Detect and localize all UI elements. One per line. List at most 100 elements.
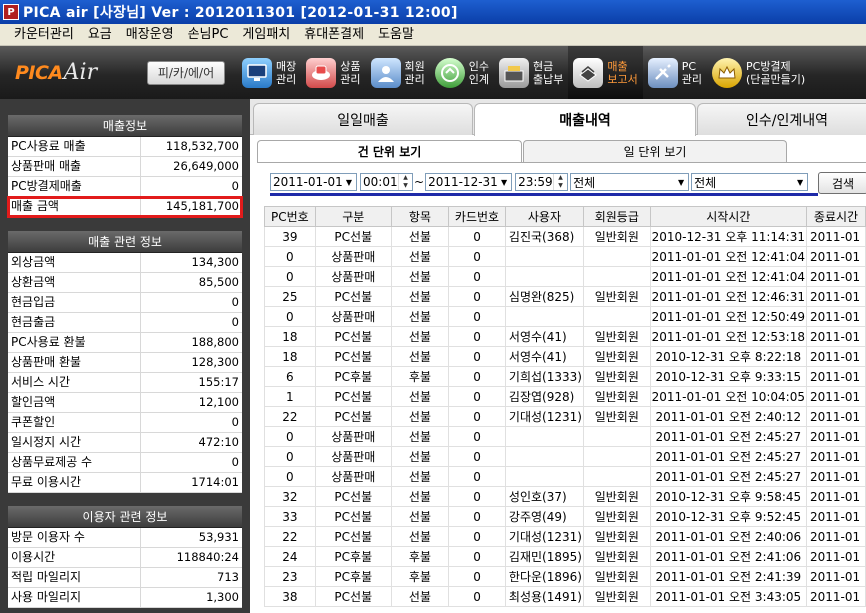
table-cell: 2011-01 <box>805 226 866 247</box>
info-row: PC사용료 환불 188,800 <box>8 333 242 353</box>
tool-handover-label: 인수 인계 <box>468 59 489 86</box>
column-header[interactable]: 카드번호 <box>448 206 506 227</box>
table-row[interactable]: 0 상품판매 선불 0 2011-01-01 오전 12:41:04 2011-01 <box>264 266 866 287</box>
table-cell: 일반회원 <box>582 566 651 587</box>
subtab-per-day[interactable]: 일 단위 보기 <box>523 140 787 162</box>
table-row[interactable]: 0 상품판매 선불 0 2011-01-01 오전 12:50:49 2011-01 <box>264 306 866 327</box>
table-cell: 일반회원 <box>582 546 651 567</box>
table-cell: 선불 <box>390 386 450 407</box>
start-date-value: 2011-01-01 <box>273 175 342 189</box>
mode-button[interactable]: 피/카/에/어 <box>147 60 225 85</box>
end-date-picker[interactable]: 2011-12-31 ▼ <box>425 173 513 191</box>
category-select[interactable]: 전체 ▼ <box>570 173 690 191</box>
table-row[interactable]: 33 PC선불 선불 0 강주영(49) 일반회원 2010-12-31 오후 9:52:4… <box>264 506 866 527</box>
tab-sales-history[interactable]: 매출내역 <box>474 103 696 136</box>
table-cell: 김진국(368) <box>504 226 584 247</box>
column-header[interactable]: 시작시간 <box>649 206 807 227</box>
menu-store[interactable]: 매장운영 <box>119 24 181 46</box>
column-header[interactable]: 회원등급 <box>582 206 651 227</box>
tool-pc-manage[interactable]: PC 관리 <box>643 46 707 99</box>
table-row[interactable]: 39 PC선불 선불 0 김진국(368) 일반회원 2010-12-31 오후 11:14… <box>264 226 866 247</box>
menu-fee[interactable]: 요금 <box>81 24 119 46</box>
info-row: 일시정지 시간 472:10 <box>8 433 242 453</box>
table-row[interactable]: 18 PC선불 선불 0 서영수(41) 일반회원 2010-12-31 오후 8:22:1… <box>264 346 866 367</box>
item-select[interactable]: 전체 ▼ <box>691 173 809 191</box>
window-title: PICA air [사장님] Ver : 2012011301 [2012-01… <box>23 5 458 21</box>
info-row: 방문 이용자 수 53,931 <box>8 528 242 548</box>
end-time-value: 23:59 <box>518 175 553 189</box>
table-row[interactable]: 24 PC후불 후불 0 김재민(1895) 일반회원 2011-01-01 오전 2:41… <box>264 546 866 567</box>
table-cell <box>582 266 651 287</box>
spin-arrows-icon[interactable]: ▲ ▼ <box>398 174 412 190</box>
table-cell: 선불 <box>390 426 450 447</box>
table-row[interactable]: 0 상품판매 선불 0 2011-01-01 오전 12:41:04 2011-01 <box>264 246 866 267</box>
info-value: 472:10 <box>198 435 239 449</box>
table-cell: 0 <box>264 266 316 287</box>
table-cell <box>504 426 584 447</box>
table-cell: 2011-01 <box>805 506 866 527</box>
table-cell: 일반회원 <box>582 406 651 427</box>
table-row[interactable]: 0 상품판매 선불 0 2011-01-01 오전 2:45:27 2011-01 <box>264 426 866 447</box>
table-cell: 0 <box>448 246 506 267</box>
info-label: 일시정지 시간 <box>8 433 141 452</box>
column-header[interactable]: 구분 <box>314 206 392 227</box>
chevron-down-icon[interactable]: ▼ <box>342 174 356 190</box>
start-time-field[interactable]: 00:01 ▲ ▼ <box>360 173 413 191</box>
table-row[interactable]: 1 PC선불 선불 0 김장엽(928) 일반회원 2011-01-01 오전 10:04:… <box>264 386 866 407</box>
table-cell: 0 <box>448 426 506 447</box>
table-row[interactable]: 6 PC후불 후불 0 기희섭(1333) 일반회원 2010-12-31 오후 9:33:… <box>264 366 866 387</box>
column-header[interactable]: 종료시간 <box>805 206 866 227</box>
chevron-down-icon[interactable]: ▼ <box>674 174 689 190</box>
table-row[interactable]: 22 PC선불 선불 0 기대성(1231) 일반회원 2011-01-01 오전 2:40… <box>264 406 866 427</box>
tab-daily-sales[interactable]: 일일매출 <box>253 103 473 135</box>
tab-handover-history[interactable]: 인수/인계내역 <box>697 103 866 135</box>
column-header[interactable]: 사용자 <box>504 206 584 227</box>
start-date-picker[interactable]: 2011-01-01 ▼ <box>270 173 357 191</box>
tool-cash-book[interactable]: 현금 출납부 <box>494 46 568 99</box>
menu-client-pc[interactable]: 손님PC <box>181 24 236 46</box>
table-row[interactable]: 32 PC선불 선불 0 성인호(37) 일반회원 2010-12-31 오후 9:58:4… <box>264 486 866 507</box>
table-cell <box>582 426 651 447</box>
tool-pc-payment[interactable]: PC방결제 (단골만들기) <box>707 46 810 99</box>
tool-product-manage[interactable]: 상품 관리 <box>301 46 365 99</box>
chevron-down-icon[interactable]: ▼ <box>497 174 512 190</box>
info-value: 128,300 <box>191 355 239 369</box>
table-cell: 0 <box>448 586 506 607</box>
menu-help[interactable]: 도움말 <box>371 24 421 46</box>
tool-member-manage[interactable]: 회원 관리 <box>366 46 430 99</box>
table-cell: PC선불 <box>314 326 392 347</box>
info-row: 현금입금 0 <box>8 293 242 313</box>
tool-sales-report[interactable]: 매출 보고서 <box>568 46 643 99</box>
table-row[interactable]: 38 PC선불 선불 0 최성용(1491) 일반회원 2011-01-01 오전 3:43… <box>264 586 866 607</box>
sales-related-section: 매출 관련 정보 외상금액 134,300 상환금액 85,500 현금입금 0 현금… <box>8 231 242 493</box>
table-row[interactable]: 22 PC선불 선불 0 기대성(1231) 일반회원 2011-01-01 오전 2:40… <box>264 526 866 547</box>
table-row[interactable]: 23 PC후불 후불 0 한다운(1896) 일반회원 2011-01-01 오전 2:41… <box>264 566 866 587</box>
table-row[interactable]: 0 상품판매 선불 0 2011-01-01 오전 2:45:27 2011-01 <box>264 466 866 487</box>
tool-store-manage[interactable]: 매장 관리 <box>237 46 301 99</box>
column-header[interactable]: PC번호 <box>264 206 316 227</box>
table-cell: 2011-01 <box>805 526 866 547</box>
table-cell: PC선불 <box>314 506 392 527</box>
menu-counter[interactable]: 카운터관리 <box>0 24 81 46</box>
subtab-per-item[interactable]: 건 단위 보기 <box>257 140 522 162</box>
table-row[interactable]: 25 PC선불 선불 0 심명완(825) 일반회원 2011-01-01 오전 12:46… <box>264 286 866 307</box>
menu-game-patch[interactable]: 게임패치 <box>235 24 297 46</box>
search-button[interactable]: 검색 <box>818 172 866 194</box>
table-cell: 최성용(1491) <box>504 586 584 607</box>
table-cell: 6 <box>264 366 316 387</box>
table-row[interactable]: 18 PC선불 선불 0 서영수(41) 일반회원 2011-01-01 오전 12:53:… <box>264 326 866 347</box>
table-cell: 한다운(1896) <box>504 566 584 587</box>
handover-icon <box>434 57 465 88</box>
table-cell: 일반회원 <box>582 366 651 387</box>
end-time-field[interactable]: 23:59 ▲ ▼ <box>515 173 569 191</box>
column-header[interactable]: 항목 <box>390 206 450 227</box>
menu-mobile-payment[interactable]: 휴대폰결제 <box>297 24 371 46</box>
chevron-down-icon[interactable]: ▼ <box>793 174 808 190</box>
tool-handover[interactable]: 인수 인계 <box>430 46 494 99</box>
table-cell: 0 <box>448 346 506 367</box>
table-row[interactable]: 0 상품판매 선불 0 2011-01-01 오전 2:45:27 2011-01 <box>264 446 866 467</box>
filter-highlight-line <box>270 193 818 196</box>
table-cell: 38 <box>264 586 316 607</box>
spin-arrows-icon[interactable]: ▲ ▼ <box>553 174 567 190</box>
table-cell: PC선불 <box>314 586 392 607</box>
